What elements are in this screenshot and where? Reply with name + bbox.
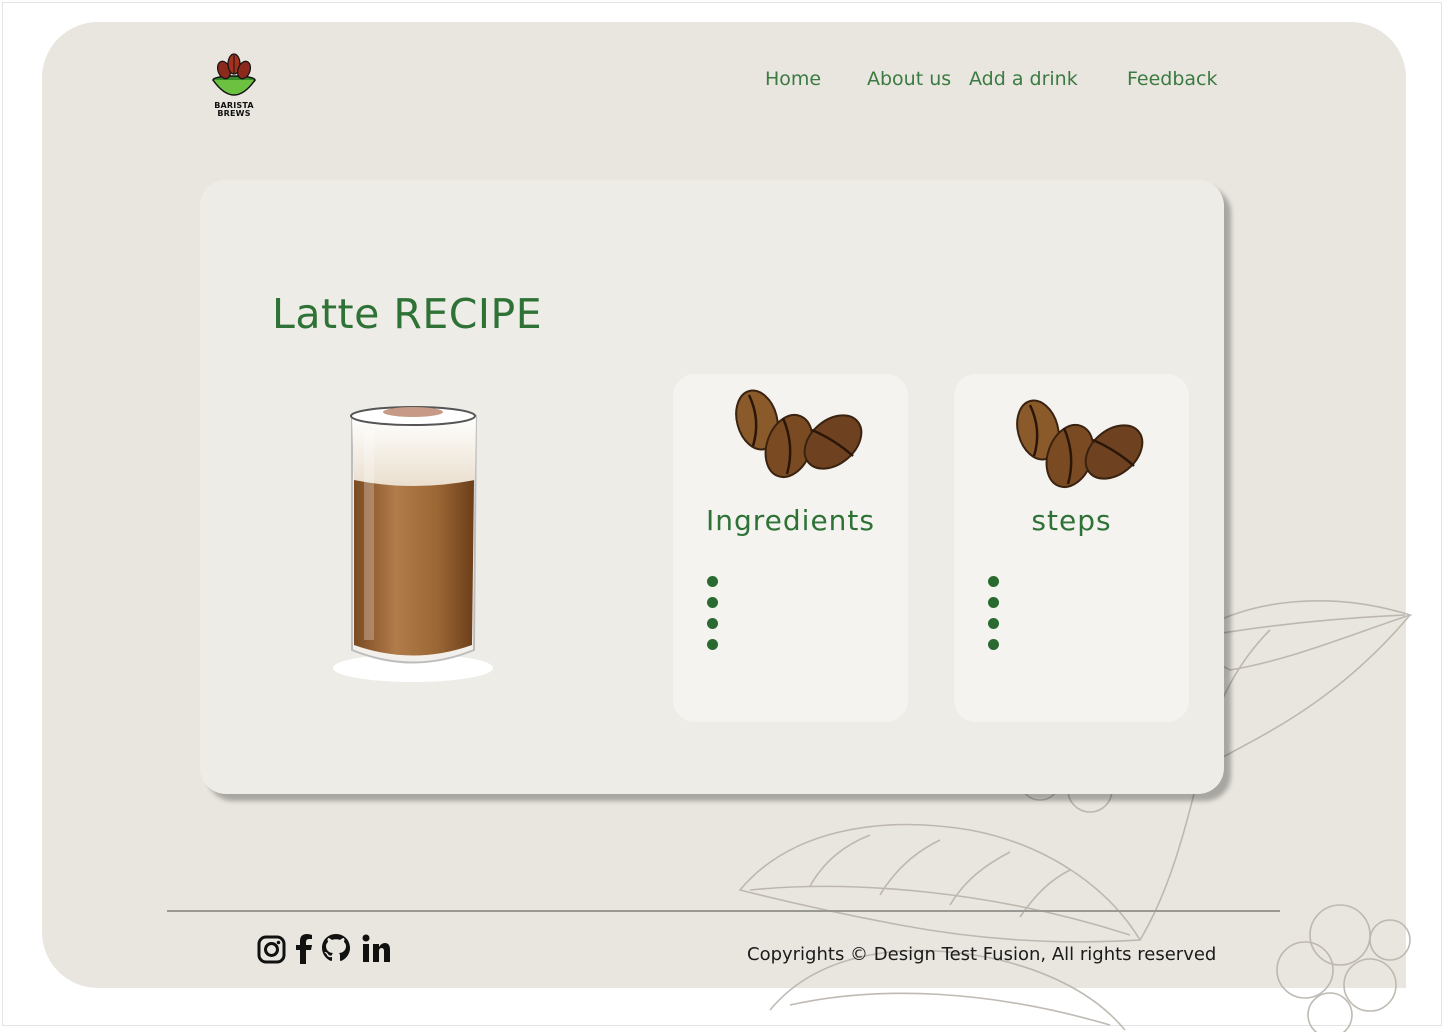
list-item	[707, 618, 718, 629]
github-icon[interactable]	[320, 932, 352, 966]
steps-title: steps	[1031, 504, 1112, 537]
list-item	[988, 639, 999, 650]
list-item	[707, 639, 718, 650]
nav-add-a-drink[interactable]: Add a drink	[969, 68, 1078, 90]
linkedin-icon[interactable]	[360, 932, 392, 966]
facebook-icon[interactable]	[288, 932, 320, 966]
instagram-icon[interactable]	[256, 932, 288, 966]
nav-feedback[interactable]: Feedback	[1127, 68, 1217, 90]
coffee-beans-icon	[1016, 399, 1144, 488]
steps-list	[988, 576, 999, 660]
nav-home[interactable]: Home	[765, 68, 821, 90]
list-item	[707, 597, 718, 608]
list-item	[988, 618, 999, 629]
nav-about-us[interactable]: About us	[867, 68, 951, 90]
list-item	[707, 576, 718, 587]
list-item	[988, 576, 999, 587]
recipe-title: Latte RECIPE	[272, 290, 543, 338]
latte-glass-image	[333, 406, 493, 682]
ingredients-title: Ingredients	[706, 504, 875, 537]
list-item	[988, 597, 999, 608]
brand-logo[interactable]: BARISTA BREWS	[210, 50, 258, 120]
coffee-bowl-logo-icon	[212, 53, 256, 96]
coffee-beans-icon	[735, 389, 863, 478]
copyright-text: Copyrights © Design Test Fusion, All rig…	[747, 944, 1217, 965]
brand-name: BARISTA BREWS	[214, 101, 254, 118]
footer-divider	[167, 910, 1280, 912]
steps-panel: steps	[954, 374, 1189, 722]
ingredients-panel: Ingredients	[673, 374, 908, 722]
ingredients-list	[707, 576, 718, 660]
